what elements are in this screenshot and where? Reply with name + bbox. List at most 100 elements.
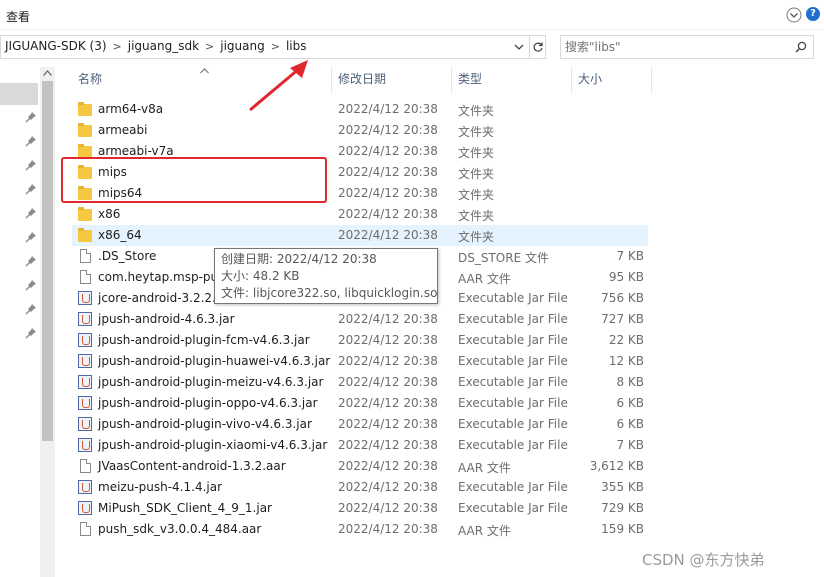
file-type: Executable Jar File xyxy=(458,480,568,494)
search-input[interactable] xyxy=(565,39,785,55)
file-date: 2022/4/12 20:38 xyxy=(338,333,438,347)
file-row[interactable]: jpush-android-plugin-fcm-v4.6.3.jar 2022/… xyxy=(72,330,648,351)
file-name: x86_64 xyxy=(98,228,142,242)
address-history-chevron-icon[interactable] xyxy=(513,41,525,53)
file-type: Executable Jar File xyxy=(458,333,568,347)
file-type: Executable Jar File xyxy=(458,396,568,410)
file-name: jcore-android-3.2.2. xyxy=(98,291,216,305)
file-row[interactable]: x86 2022/4/12 20:38 文件夹 xyxy=(72,204,648,225)
file-name: jpush-android-plugin-meizu-v4.6.3.jar xyxy=(98,375,324,389)
file-date: 2022/4/12 20:38 xyxy=(338,228,438,242)
pin-icon[interactable] xyxy=(25,111,37,123)
jar-file-icon xyxy=(78,438,94,453)
jar-file-icon xyxy=(78,417,94,432)
column-header-type[interactable]: 类型 xyxy=(452,67,572,93)
pin-icon[interactable] xyxy=(25,183,37,195)
breadcrumb-separator-icon[interactable]: > xyxy=(203,40,216,53)
file-row[interactable]: x86_64 2022/4/12 20:38 文件夹 xyxy=(72,225,648,246)
file-name: jpush-android-plugin-huawei-v4.6.3.jar xyxy=(98,354,331,368)
search-icon[interactable] xyxy=(795,41,807,53)
file-row[interactable]: arm64-v8a 2022/4/12 20:38 文件夹 xyxy=(72,99,648,120)
pin-icon[interactable] xyxy=(25,327,37,339)
file-row[interactable]: jpush-android-plugin-oppo-v4.6.3.jar 2022… xyxy=(72,393,648,414)
jar-file-icon-glyph xyxy=(78,354,92,368)
file-name: jpush-android-4.6.3.jar xyxy=(98,312,235,326)
folder-icon-glyph xyxy=(78,207,92,221)
nav-scrollbar-thumb[interactable] xyxy=(42,81,53,441)
file-row[interactable]: jpush-android-plugin-xiaomi-v4.6.3.jar 20… xyxy=(72,435,648,456)
jar-file-icon-glyph xyxy=(78,396,92,410)
file-row[interactable]: jpush-android-plugin-huawei-v4.6.3.jar 20… xyxy=(72,351,648,372)
file-icon xyxy=(78,270,94,285)
file-row[interactable]: MiPush_SDK_Client_4_9_1.jar 2022/4/12 20:… xyxy=(72,498,648,519)
file-row[interactable]: jpush-android-plugin-vivo-v4.6.3.jar 2022… xyxy=(72,414,648,435)
pin-icon[interactable] xyxy=(25,279,37,291)
tab-view[interactable]: 查看 xyxy=(6,8,30,25)
breadcrumb-item-libs[interactable]: libs xyxy=(282,39,311,53)
nav-selected-item[interactable] xyxy=(0,83,38,105)
pin-icon[interactable] xyxy=(25,135,37,147)
file-type: 文件夹 xyxy=(458,125,495,139)
jar-file-icon-glyph xyxy=(78,438,92,452)
chevron-down-icon[interactable] xyxy=(786,7,802,23)
file-date: 2022/4/12 20:38 xyxy=(338,123,438,137)
watermark: CSDN @东方快弟 xyxy=(642,551,765,569)
file-size: 8 KB xyxy=(616,375,644,389)
file-date: 2022/4/12 20:38 xyxy=(338,102,438,116)
jar-file-icon-glyph xyxy=(78,333,92,347)
file-row[interactable]: JVaasContent-android-1.3.2.aar 2022/4/12 … xyxy=(72,456,648,477)
search-box[interactable] xyxy=(560,35,814,59)
file-type: Executable Jar File xyxy=(458,291,568,305)
tooltip-created-date: 创建日期: 2022/4/12 20:38 xyxy=(221,252,377,266)
pin-icon[interactable] xyxy=(25,303,37,315)
file-icon xyxy=(78,249,94,264)
column-header-date[interactable]: 修改日期 xyxy=(332,67,452,93)
refresh-button[interactable] xyxy=(530,35,546,59)
breadcrumb: JIGUANG-SDK (3) > jiguang_sdk > jiguang … xyxy=(1,39,310,53)
file-icon-glyph xyxy=(80,522,91,536)
file-date: 2022/4/12 20:38 xyxy=(338,396,438,410)
file-name: jpush-android-plugin-xiaomi-v4.6.3.jar xyxy=(98,438,328,452)
file-icon xyxy=(78,522,94,537)
jar-file-icon-glyph xyxy=(78,291,92,305)
ribbon: 查看 ? xyxy=(0,0,824,30)
pin-icon[interactable] xyxy=(25,255,37,267)
column-header-size[interactable]: 大小 xyxy=(572,67,652,93)
jar-file-icon xyxy=(78,375,94,390)
folder-icon xyxy=(78,102,94,117)
pin-icon[interactable] xyxy=(25,207,37,219)
pin-icon[interactable] xyxy=(25,159,37,171)
file-name: armeabi-v7a xyxy=(98,144,174,158)
file-type: Executable Jar File xyxy=(458,312,568,326)
breadcrumb-item-jiguang-sdk[interactable]: jiguang_sdk xyxy=(124,39,203,53)
file-size: 7 KB xyxy=(616,249,644,263)
file-type: 文件夹 xyxy=(458,230,495,244)
file-row[interactable]: armeabi 2022/4/12 20:38 文件夹 xyxy=(72,120,648,141)
file-row[interactable]: jpush-android-4.6.3.jar 2022/4/12 20:38 Ex… xyxy=(72,309,648,330)
jar-file-icon-glyph xyxy=(78,501,92,515)
file-date: 2022/4/12 20:38 xyxy=(338,312,438,326)
file-date: 2022/4/12 20:38 xyxy=(338,459,438,473)
file-type: DS_STORE 文件 xyxy=(458,251,549,265)
breadcrumb-separator-icon[interactable]: > xyxy=(269,40,282,53)
file-row[interactable]: meizu-push-4.1.4.jar 2022/4/12 20:38 Execu… xyxy=(72,477,648,498)
scroll-up-arrow-icon[interactable] xyxy=(43,70,52,76)
breadcrumb-separator-icon[interactable]: > xyxy=(111,40,124,53)
file-name: x86 xyxy=(98,207,121,221)
help-icon[interactable]: ? xyxy=(806,7,820,21)
pin-icon[interactable] xyxy=(25,231,37,243)
breadcrumb-item-jiguang[interactable]: jiguang xyxy=(216,39,268,53)
file-type: Executable Jar File xyxy=(458,417,568,431)
navigation-pane xyxy=(0,67,40,577)
column-header-name-label: 名称 xyxy=(78,72,103,86)
file-date: 2022/4/12 20:38 xyxy=(338,501,438,515)
file-type: AAR 文件 xyxy=(458,272,511,286)
nav-scrollbar[interactable] xyxy=(40,67,55,577)
file-tooltip: 创建日期: 2022/4/12 20:38 大小: 48.2 KB 文件: li… xyxy=(214,248,438,304)
file-date: 2022/4/12 20:38 xyxy=(338,522,438,536)
file-row[interactable]: jpush-android-plugin-meizu-v4.6.3.jar 202… xyxy=(72,372,648,393)
file-row[interactable]: push_sdk_v3.0.0.4_484.aar 2022/4/12 20:38… xyxy=(72,519,648,540)
breadcrumb-item-jiguang-sdk-3[interactable]: JIGUANG-SDK (3) xyxy=(1,39,111,53)
file-type: AAR 文件 xyxy=(458,461,511,475)
file-date: 2022/4/12 20:38 xyxy=(338,165,438,179)
